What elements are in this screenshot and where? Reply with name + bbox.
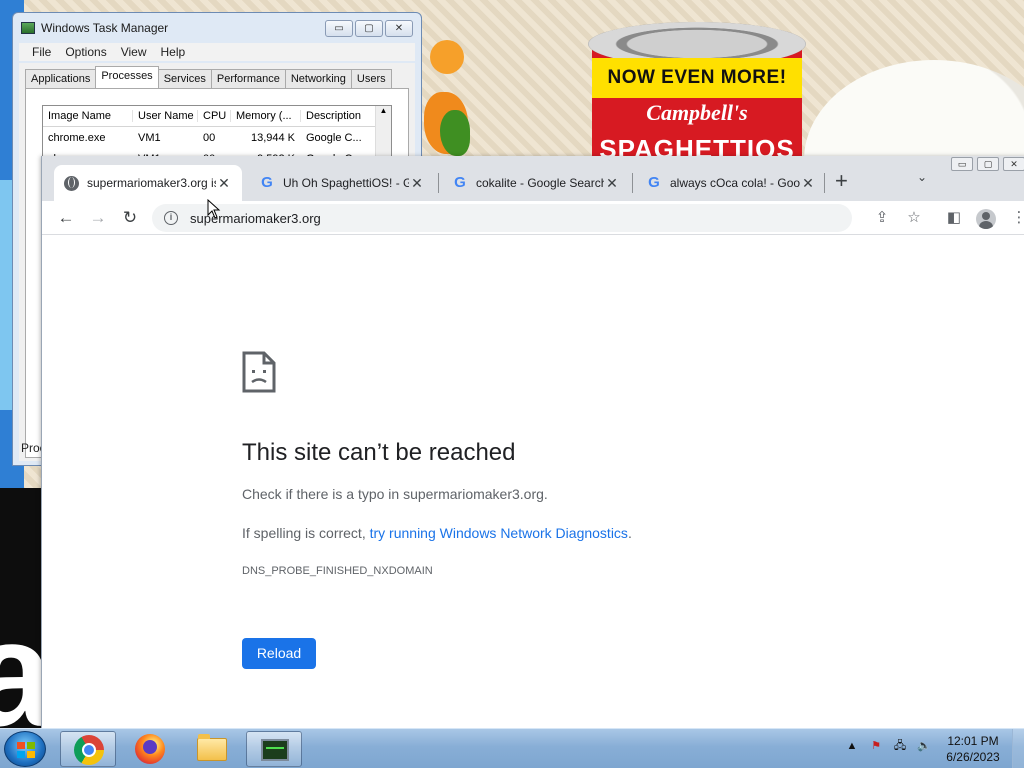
tab-supermariomaker3[interactable]: supermariomaker3.org is ✕ [54,165,242,201]
task-manager-icon [21,22,35,34]
forward-button[interactable]: → [87,207,109,229]
spelling-prefix: If spelling is correct, [242,525,370,541]
menu-options[interactable]: Options [58,45,113,59]
info-icon[interactable]: i [164,211,178,225]
error-heading: This site can’t be reached [242,439,516,466]
process-table-header: Image Name User Name CPU Memory (... Des… [43,106,391,127]
system-tray: ▲ ⚑ 🖧 🔈 [844,738,932,754]
tab-close-icon[interactable]: ✕ [604,175,620,192]
tab-close-icon[interactable]: ✕ [409,175,425,192]
address-bar[interactable]: i supermariomaker3.org [152,204,852,232]
taskbar-task-manager-button[interactable] [246,731,302,767]
tab-search-chevron-icon[interactable]: ⌄ [917,170,927,184]
close-button[interactable]: ✕ [1003,157,1024,171]
tab-spaghettios[interactable]: G Uh Oh SpaghettiOS! - G ✕ [249,165,435,201]
column-image-name[interactable]: Image Name [43,110,133,122]
menu-help[interactable]: Help [154,45,193,59]
windows-logo-icon [17,742,35,758]
network-diagnostics-link[interactable]: try running Windows Network Diagnostics [370,525,628,541]
back-button[interactable]: ← [55,207,77,229]
tab-separator [438,173,439,193]
wallpaper-leaf [440,110,470,156]
close-button[interactable]: ✕ [385,20,413,37]
cell-memory: 13,944 K [250,131,295,144]
can-brand-text: Campbell's [646,100,748,125]
chrome-menu-icon[interactable]: ⋮ [1008,207,1024,229]
column-description[interactable]: Description [301,110,376,122]
taskbar-explorer-button[interactable] [184,731,240,767]
taskbar: ▲ ⚑ 🖧 🔈 12:01 PM 6/26/2023 [0,728,1024,768]
taskbar-clock[interactable]: 12:01 PM 6/26/2023 [940,733,1006,765]
wallpaper-dark-region: l a [0,488,42,728]
start-button[interactable] [4,731,46,767]
tab-close-icon[interactable]: ✕ [800,175,816,192]
minimize-button[interactable]: ▭ [951,157,973,171]
tab-cokalite[interactable]: G cokalite - Google Search ✕ [442,165,630,201]
cell-user-name: VM1 [138,131,161,144]
wallpaper-soup-can: NOW EVEN MORE! Campbell's SPAGHETTIOS [588,22,806,164]
globe-icon [64,175,79,191]
cell-description: Google C... [306,131,362,144]
column-memory[interactable]: Memory (... [231,110,301,122]
google-g-icon: G [454,174,466,191]
reload-icon-button[interactable]: ↻ [119,207,141,229]
google-g-icon: G [648,174,660,191]
menu-file[interactable]: File [25,45,58,59]
task-manager-window-controls: ▭ ▢ ✕ [325,20,413,37]
bookmark-star-icon[interactable]: ☆ [903,207,925,229]
table-row[interactable]: chrome.exe VM1 00 13,944 K Google C... [43,127,391,148]
google-g-icon: G [261,174,273,191]
clock-time: 12:01 PM [947,734,999,748]
column-cpu[interactable]: CPU [198,110,231,122]
taskbar-chrome-button[interactable] [60,731,116,767]
tab-title: supermariomaker3.org is [87,176,216,190]
tab-always-coca-cola[interactable]: G always cOca cola! - Goo ✕ [636,165,826,201]
show-hidden-icons-icon[interactable]: ▲ [844,738,860,754]
chrome-window-controls: ▭ ▢ ✕ [951,157,1024,171]
side-panel-icon[interactable]: ◧ [943,207,965,229]
menu-view[interactable]: View [114,45,154,59]
network-icon[interactable]: 🖧 [892,738,908,754]
wallpaper-food [430,40,464,74]
profile-avatar-icon[interactable] [976,209,996,229]
minimize-button[interactable]: ▭ [325,20,353,37]
chrome-icon [74,735,104,765]
chrome-toolbar: ← → ↻ i supermariomaker3.org ⇪ ☆ ◧ ⋮ [42,201,1024,235]
tab-separator [824,173,825,193]
firefox-icon [135,734,165,764]
spelling-suggestion: If spelling is correct, try running Wind… [242,525,632,541]
tab-title: Uh Oh SpaghettiOS! - G [283,176,409,190]
tab-close-icon[interactable]: ✕ [216,175,232,192]
show-desktop-button[interactable] [1012,729,1024,768]
clock-date: 6/26/2023 [946,750,1000,764]
new-tab-button[interactable]: + [835,170,848,192]
action-center-icon[interactable]: ⚑ [868,738,884,754]
tab-title: cokalite - Google Search [476,176,604,190]
share-icon[interactable]: ⇪ [871,207,893,229]
tab-processes[interactable]: Processes [95,66,159,88]
tab-title: always cOca cola! - Goo [670,176,800,190]
taskbar-firefox-button[interactable] [122,731,178,767]
maximize-button[interactable]: ▢ [355,20,383,37]
explorer-icon [197,734,227,761]
tab-separator [632,173,633,193]
cell-cpu: 00 [203,131,216,144]
task-manager-tabs: Applications Processes Services Performa… [19,63,415,91]
tab-strip: ▭ ▢ ✕ supermariomaker3.org is ✕ G Uh Oh … [42,156,1024,201]
typo-suggestion: Check if there is a typo in supermarioma… [242,486,548,502]
error-code: DNS_PROBE_FINISHED_NXDOMAIN [242,565,433,577]
sad-page-icon [242,351,276,393]
mouse-cursor-icon [207,199,221,219]
task-manager-icon [261,739,289,761]
chrome-window[interactable]: ▭ ▢ ✕ supermariomaker3.org is ✕ G Uh Oh … [41,156,1024,728]
can-band-text: NOW EVEN MORE! [592,58,802,98]
maximize-button[interactable]: ▢ [977,157,999,171]
column-user-name[interactable]: User Name [133,110,198,122]
volume-muted-icon[interactable]: 🔈 [916,738,932,754]
cell-image-name: chrome.exe [48,131,106,144]
task-manager-title: Windows Task Manager [41,21,169,35]
reload-button[interactable]: Reload [242,638,316,669]
spelling-suffix: . [627,525,632,541]
task-manager-menubar: File Options View Help [19,43,415,61]
